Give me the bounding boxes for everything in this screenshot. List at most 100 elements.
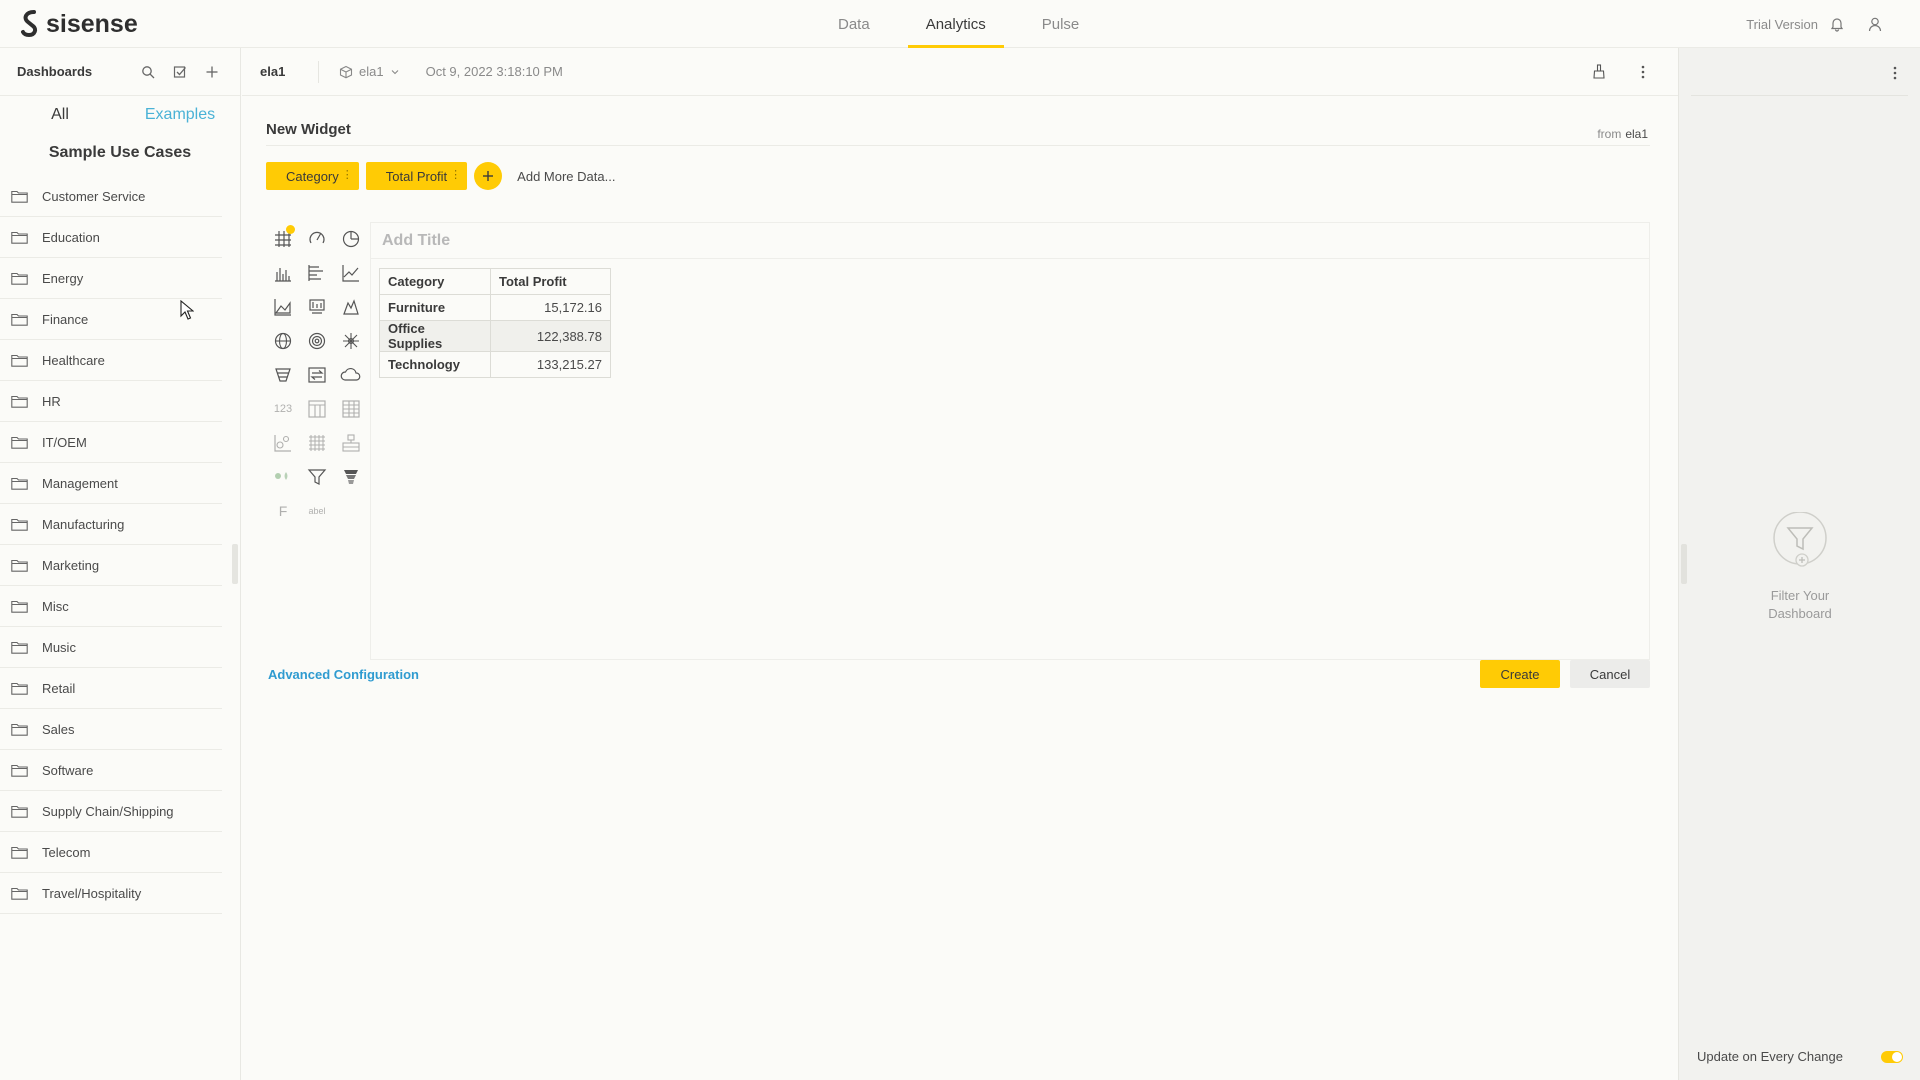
globe-map-icon[interactable] [266, 324, 300, 358]
folder-icon [11, 190, 28, 203]
widget-title-input[interactable]: Add Title [371, 223, 1649, 259]
folder-label: Education [42, 229, 100, 245]
more-vertical-icon[interactable] [1632, 61, 1654, 83]
list-item[interactable]: Music [0, 627, 222, 668]
scatter-map-icon[interactable] [334, 290, 368, 324]
polar-chart-icon[interactable] [300, 290, 334, 324]
editor-title-row: New Widget from ela1 [266, 112, 1650, 146]
bar-chart-icon[interactable] [300, 256, 334, 290]
filter-empty-state: Filter Your Dashboard [1679, 511, 1920, 623]
folder-label: Management [42, 475, 118, 491]
user-icon[interactable] [1864, 13, 1886, 35]
nav-tab-pulse[interactable]: Pulse [1024, 0, 1098, 48]
dashboards-sidebar: Dashboards All Examples Sample Use Cases… [0, 48, 241, 1080]
list-item[interactable]: Customer Service [0, 176, 222, 217]
list-item[interactable]: Software [0, 750, 222, 791]
table-with-aggregation-icon[interactable] [334, 392, 368, 426]
tab-examples[interactable]: Examples [120, 106, 240, 124]
list-item[interactable]: Travel/Hospitality [0, 873, 222, 914]
line-chart-icon[interactable] [334, 256, 368, 290]
list-item[interactable]: Energy [0, 258, 222, 299]
more-vertical-icon[interactable] [1884, 62, 1906, 84]
sisense-logo[interactable]: sisense [20, 9, 138, 39]
list-item[interactable]: Telecom [0, 832, 222, 873]
sidebar-resize-handle[interactable] [232, 544, 238, 584]
list-item[interactable]: Misc [0, 586, 222, 627]
label-widget-icon[interactable]: abel [300, 494, 334, 528]
list-item[interactable]: Healthcare [0, 340, 222, 381]
column-chart-icon[interactable] [266, 256, 300, 290]
nav-tab-data[interactable]: Data [820, 0, 888, 48]
folder-label: IT/OEM [42, 434, 87, 450]
list-item[interactable]: HR [0, 381, 222, 422]
table-header-row: Category Total Profit [379, 268, 611, 295]
plus-icon [483, 171, 494, 181]
folder-label: Music [42, 639, 76, 655]
list-item[interactable]: Sales [0, 709, 222, 750]
area-chart-icon[interactable] [266, 290, 300, 324]
folder-icon [11, 436, 28, 449]
update-on-change-toggle[interactable] [1881, 1050, 1903, 1063]
cleanup-icon[interactable] [1588, 61, 1610, 83]
list-item[interactable]: Retail [0, 668, 222, 709]
pivot-table: Category Total Profit Furniture 15,172.1… [379, 268, 611, 378]
map-plugin-icon[interactable] [266, 460, 300, 494]
add-more-data-link[interactable]: Add More Data... [517, 169, 615, 184]
filter-widget-icon[interactable] [300, 460, 334, 494]
list-item[interactable]: Marketing [0, 545, 222, 586]
section-title: Sample Use Cases [48, 144, 192, 161]
indicator-number-icon[interactable]: 123 [266, 392, 300, 426]
search-icon[interactable] [137, 61, 159, 83]
sidebar-tabs: All Examples [0, 96, 240, 134]
funnel-chart-icon[interactable] [266, 358, 300, 392]
folder-icon [11, 272, 28, 285]
advanced-configuration-link[interactable]: Advanced Configuration [268, 667, 419, 682]
folder-icon [11, 313, 28, 326]
funnel-filled-icon[interactable] [334, 460, 368, 494]
column-header-category[interactable]: Category [379, 268, 491, 295]
nav-tab-analytics[interactable]: Analytics [907, 0, 1004, 48]
datasource-select[interactable]: ela1 [339, 64, 400, 79]
folder-label: Manufacturing [42, 516, 125, 532]
transition-icon[interactable] [300, 358, 334, 392]
pivot-table-icon[interactable] [266, 222, 300, 256]
treemap-icon[interactable] [334, 426, 368, 460]
folder-icon [11, 477, 28, 490]
chip-category[interactable]: Category [266, 162, 359, 190]
folder-label: Travel/Hospitality [42, 885, 142, 901]
list-item[interactable]: Education [0, 217, 222, 258]
add-icon[interactable] [201, 61, 223, 83]
sunburst-icon[interactable] [300, 324, 334, 358]
list-item[interactable]: Management [0, 463, 222, 504]
tab-all[interactable]: All [0, 106, 120, 124]
heatmap-grid-icon[interactable] [300, 426, 334, 460]
scatter-map-dim-icon[interactable] [266, 426, 300, 460]
add-filter-icon[interactable] [1772, 511, 1828, 568]
folder-icon [11, 600, 28, 613]
row-value-cell: 15,172.16 [490, 294, 611, 321]
select-dashboards-icon[interactable] [169, 61, 191, 83]
sisense-logo-icon [21, 10, 38, 38]
bell-icon[interactable] [1826, 13, 1848, 35]
indicator-gauge-icon[interactable] [300, 222, 334, 256]
cloud-icon[interactable] [334, 358, 368, 392]
trial-version-label[interactable]: Trial Version [1746, 17, 1818, 32]
dashboard-name[interactable]: ela1 [260, 64, 318, 79]
scatter-icon[interactable] [334, 324, 368, 358]
table-icon[interactable] [300, 392, 334, 426]
list-item[interactable]: IT/OEM [0, 422, 222, 463]
cancel-button[interactable]: Cancel [1570, 660, 1650, 688]
column-header-total-profit[interactable]: Total Profit [490, 268, 611, 295]
folder-label: HR [42, 393, 61, 409]
create-button[interactable]: Create [1480, 660, 1560, 688]
table-row: Furniture 15,172.16 [379, 294, 611, 321]
list-item[interactable]: Supply Chain/Shipping [0, 791, 222, 832]
formula-icon[interactable]: F [266, 494, 300, 528]
chip-total-profit[interactable]: Total Profit [365, 162, 468, 190]
widget-editor: New Widget fromela1 Category Total Profi… [266, 112, 1650, 692]
add-data-button[interactable] [474, 162, 503, 190]
pie-chart-icon[interactable] [334, 222, 368, 256]
from-source-name: ela1 [1625, 127, 1648, 141]
folder-label: Healthcare [42, 352, 105, 368]
list-item[interactable]: Manufacturing [0, 504, 222, 545]
